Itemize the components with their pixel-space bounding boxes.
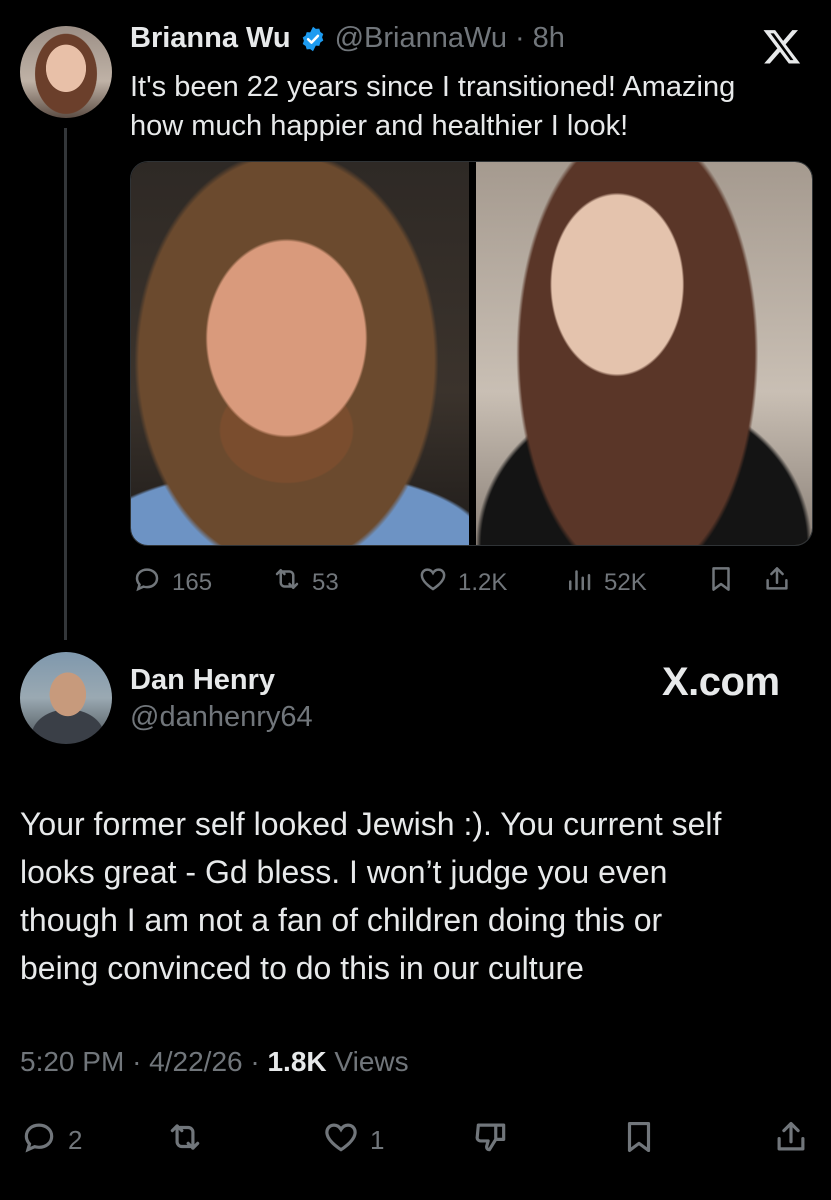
downvote-button[interactable] [472,1118,510,1163]
author-handle[interactable]: @BriannaWu [335,22,507,55]
views-chart-icon [564,564,594,601]
reply-count: 165 [172,568,213,596]
reply-repost-button[interactable] [166,1118,204,1163]
post-date[interactable]: 4/22/26 [149,1046,242,1077]
bookmark-icon [706,564,736,601]
media-photo-right[interactable] [476,162,812,545]
author-name[interactable]: Brianna Wu [130,22,291,55]
reply-author-name[interactable]: Dan Henry [130,664,313,697]
views-count: 52K [604,568,647,596]
reply-like-button[interactable]: 1 [322,1118,384,1163]
reply-share-button[interactable] [772,1118,810,1163]
post-views-label: Views [334,1046,409,1077]
tweet-media[interactable] [130,161,813,546]
tweet-text-line: how much happier and healthier I look! [130,110,629,142]
reply-icon [20,1118,58,1163]
repost-button[interactable]: 53 [272,564,339,601]
dan-avatar[interactable] [20,652,112,744]
x-logo-icon [762,26,802,74]
tweet-text-line: It's been 22 years since I transitioned!… [130,71,736,103]
reply-button[interactable]: 165 [132,564,212,601]
time-ago[interactable]: 8h [533,22,565,55]
reply-author-handle[interactable]: @danhenry64 [130,701,313,734]
heart-icon [322,1118,360,1163]
bookmark-button[interactable] [706,564,736,601]
thread-connector-line [64,128,67,640]
reply-header: Dan Henry @danhenry64 [130,664,313,734]
reply-reply-count: 2 [68,1125,83,1155]
reply-text-line: though I am not a fan of children doing … [20,902,663,938]
reply-text: Your former self looked Jewish :). You c… [20,800,820,992]
like-button[interactable]: 1.2K [418,564,507,601]
brianna-avatar[interactable] [20,26,112,118]
meta-dot: · [250,1046,260,1077]
heart-icon [418,564,448,601]
media-photo-left[interactable] [131,162,469,545]
share-button[interactable] [762,564,792,601]
tweet-header: Brianna Wu @BriannaWu · 8h [130,22,565,55]
reply-meta: 5:20 PM · 4/22/26 · 1.8K Views [20,1046,409,1078]
verified-badge-icon [299,25,327,53]
repost-icon [166,1118,204,1163]
like-count: 1.2K [458,568,508,596]
reply-text-line: Your former self looked Jewish :). You c… [20,806,722,842]
repost-icon [272,564,302,601]
bookmark-icon [620,1118,658,1163]
meta-dot: · [132,1046,142,1077]
reply-bookmark-button[interactable] [620,1118,658,1163]
reply-icon [132,564,162,601]
views-button[interactable]: 52K [564,564,647,601]
post-views-count: 1.8K [267,1046,327,1077]
thumbs-down-icon [472,1118,510,1163]
reply-reply-button[interactable]: 2 [20,1118,82,1163]
share-icon [772,1118,810,1163]
x-com-watermark: X.com [662,660,780,704]
tweet-text: It's been 22 years since I transitioned!… [130,68,810,146]
reply-text-line: looks great - Gd bless. I won’t judge yo… [20,854,668,890]
separator-dot: · [514,22,525,54]
reply-like-count: 1 [370,1125,385,1155]
reply-text-line: being convinced to do this in our cultur… [20,950,584,986]
post-time[interactable]: 5:20 PM [20,1046,124,1077]
share-icon [762,564,792,601]
repost-count: 53 [312,568,339,596]
